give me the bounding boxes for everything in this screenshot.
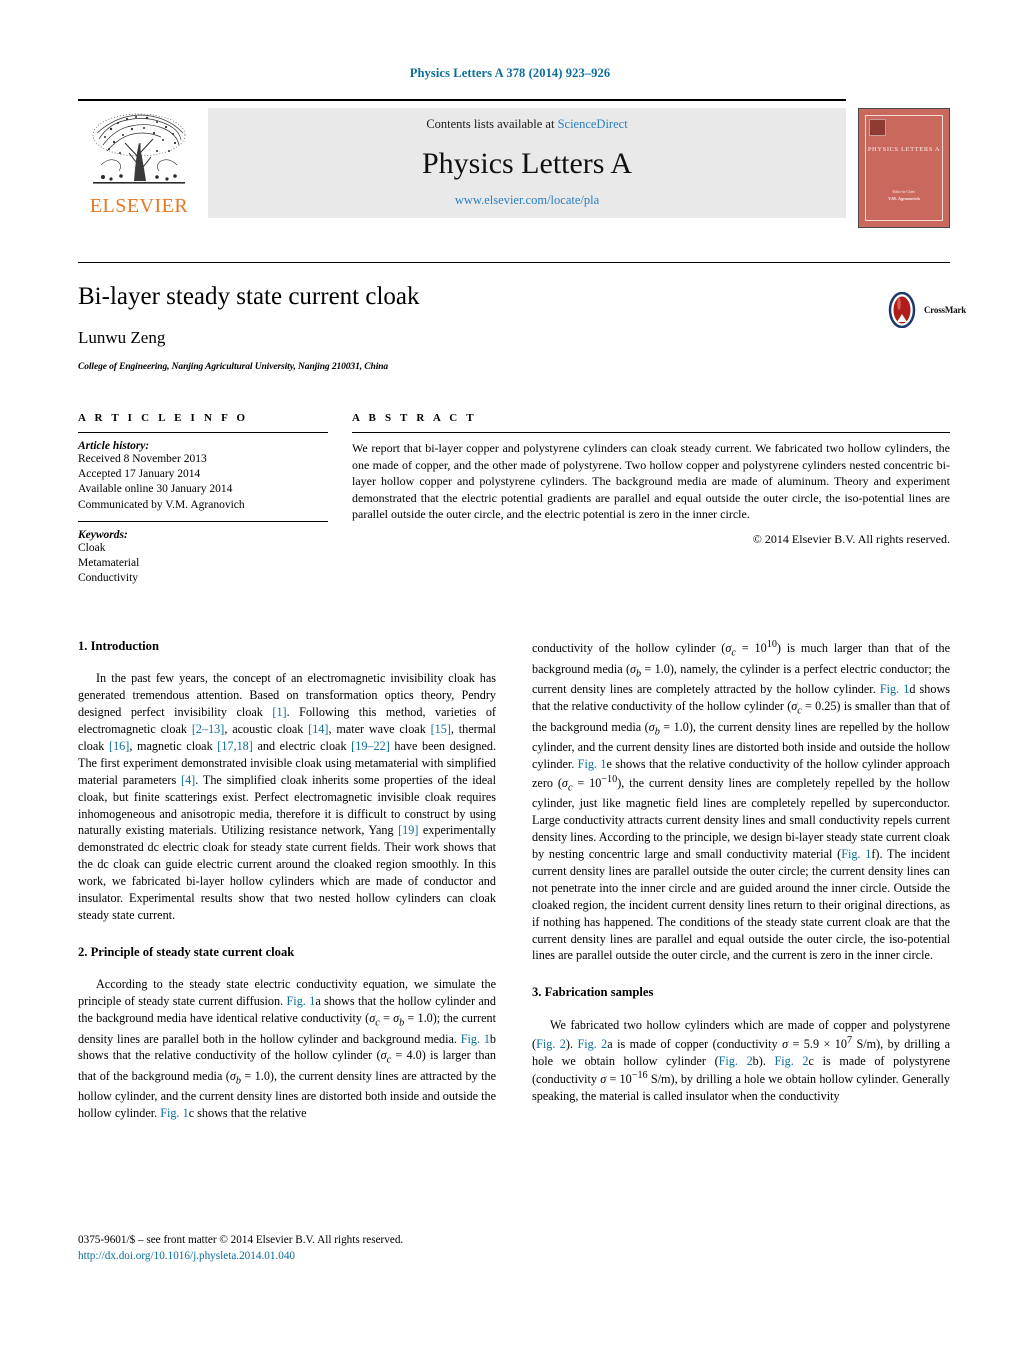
figure-link[interactable]: Fig. 1 bbox=[160, 1106, 188, 1120]
page-footer: 0375-9601/$ – see front matter © 2014 El… bbox=[78, 1232, 508, 1264]
running-head: Physics Letters A 378 (2014) 923–926 bbox=[409, 66, 611, 80]
elsevier-wordmark: ELSEVIER bbox=[89, 195, 189, 217]
citation-link[interactable]: [17,18] bbox=[217, 739, 253, 753]
citation-link[interactable]: [4] bbox=[181, 773, 195, 787]
cover-corner-chip bbox=[869, 119, 886, 136]
history-received: Received 8 November 2013 bbox=[78, 453, 207, 465]
cover-journal-title: PHYSICS LETTERS A bbox=[867, 146, 941, 153]
journal-article-page: Physics Letters A 378 (2014) 923–926 ELS… bbox=[0, 0, 1020, 1351]
author-name: Lunwu Zeng bbox=[78, 328, 166, 347]
figure-link[interactable]: Fig. 1 bbox=[461, 1032, 490, 1046]
figure-link[interactable]: Fig. 2 bbox=[577, 1037, 607, 1051]
abstract-heading: A B S T R A C T bbox=[352, 412, 477, 424]
paragraph-principle-continued: conductivity of the hollow cylinder (σc … bbox=[532, 639, 951, 963]
crossmark-icon bbox=[888, 292, 916, 328]
cover-editor-label: Editor-in-Chief: bbox=[892, 190, 916, 195]
journal-masthead: ELSEVIER Contents lists available at Sci… bbox=[78, 99, 846, 218]
section-heading-introduction: 1. Introduction bbox=[78, 639, 159, 653]
section-heading-fabrication: 3. Fabrication samples bbox=[532, 985, 654, 1000]
paragraph-introduction: In the past few years, the concept of an… bbox=[78, 671, 497, 922]
figure-link[interactable]: Fig. 1 bbox=[287, 994, 316, 1008]
journal-cover-thumbnail: PHYSICS LETTERS A Editor-in-Chief: V.M. … bbox=[858, 108, 950, 228]
footer-doi-link[interactable]: http://dx.doi.org/10.1016/j.physleta.201… bbox=[78, 1248, 508, 1264]
journal-homepage-link[interactable]: www.elsevier.com/locate/pla bbox=[208, 193, 846, 208]
figure-link[interactable]: Fig. 1 bbox=[841, 847, 871, 861]
citation-link[interactable]: [16] bbox=[109, 739, 129, 753]
abstract-text: We report that bi-layer copper and polys… bbox=[352, 441, 950, 522]
section-heading-principle: 2. Principle of steady state current clo… bbox=[78, 944, 295, 959]
citation-link[interactable]: [14] bbox=[308, 722, 328, 736]
elsevier-logo: ELSEVIER bbox=[78, 108, 200, 218]
citation-link[interactable]: [19–22] bbox=[351, 739, 390, 753]
citation-link[interactable]: [15] bbox=[431, 722, 451, 736]
paragraph-fabrication: We fabricated two hollow cylinders which… bbox=[532, 1017, 950, 1104]
body-column-right: conductivity of the hollow cylinder (σc … bbox=[532, 638, 950, 1105]
page-title: Bi-layer steady state current cloak bbox=[78, 283, 420, 310]
journal-name: Physics Letters A bbox=[422, 146, 632, 180]
keyword-item: Metamaterial bbox=[78, 556, 140, 569]
keywords-block: Keywords: Cloak Metamaterial Conductivit… bbox=[78, 520, 328, 587]
keywords-label: Keywords: bbox=[78, 528, 128, 541]
history-available-online: Available online 30 January 2014 bbox=[78, 483, 233, 496]
figure-link[interactable]: Fig. 1 bbox=[880, 682, 910, 696]
crossmark-label: CrossMark bbox=[924, 305, 967, 315]
article-info-rule bbox=[78, 432, 328, 433]
figure-link[interactable]: Fig. 1 bbox=[578, 757, 607, 771]
abstract-copyright: © 2014 Elsevier B.V. All rights reserved… bbox=[752, 531, 950, 546]
keyword-item: Conductivity bbox=[78, 572, 139, 585]
figure-link[interactable]: Fig. 2 bbox=[719, 1054, 753, 1068]
figure-link[interactable]: Fig. 2 bbox=[775, 1054, 809, 1068]
abstract-column: A B S T R A C T We report that bi-layer … bbox=[352, 412, 950, 547]
journal-title-band: Contents lists available at ScienceDirec… bbox=[208, 108, 846, 218]
title-top-rule bbox=[78, 262, 950, 263]
keyword-item: Cloak bbox=[78, 541, 106, 554]
cover-inner-frame: PHYSICS LETTERS A Editor-in-Chief: V.M. … bbox=[865, 115, 943, 221]
crossmark-badge[interactable]: CrossMark bbox=[884, 292, 966, 328]
footer-issn-line: 0375-9601/$ – see front matter © 2014 El… bbox=[78, 1234, 404, 1246]
article-history-label: Article history: bbox=[78, 440, 150, 452]
citation-link[interactable]: [1] bbox=[272, 705, 286, 719]
author-affiliation: College of Engineering, Nanjing Agricult… bbox=[78, 362, 389, 372]
sciencedirect-link[interactable]: ScienceDirect bbox=[558, 117, 628, 131]
contents-prefix: Contents lists available at bbox=[426, 117, 558, 131]
citation-link[interactable]: [19] bbox=[398, 823, 418, 837]
figure-link[interactable]: Fig. 2 bbox=[536, 1037, 566, 1051]
elsevier-tree-icon bbox=[92, 113, 186, 184]
article-info-heading: A R T I C L E I N F O bbox=[78, 412, 249, 424]
article-info-column: A R T I C L E I N F O Article history: R… bbox=[78, 412, 328, 586]
cover-editor-name: V.M. Agranovich bbox=[888, 195, 920, 201]
citation-link[interactable]: [2–13] bbox=[192, 722, 225, 736]
paragraph-principle: According to the steady state electric c… bbox=[78, 977, 497, 1121]
abstract-rule bbox=[352, 432, 950, 433]
history-accepted: Accepted 17 January 2014 bbox=[78, 468, 201, 481]
history-communicated-by: Communicated by V.M. Agranovich bbox=[78, 498, 245, 511]
contents-available-line: Contents lists available at ScienceDirec… bbox=[208, 117, 846, 132]
cover-editor-block: Editor-in-Chief: V.M. Agranovich bbox=[866, 190, 942, 202]
body-column-left: 1. Introduction In the past few years, t… bbox=[78, 638, 496, 1122]
